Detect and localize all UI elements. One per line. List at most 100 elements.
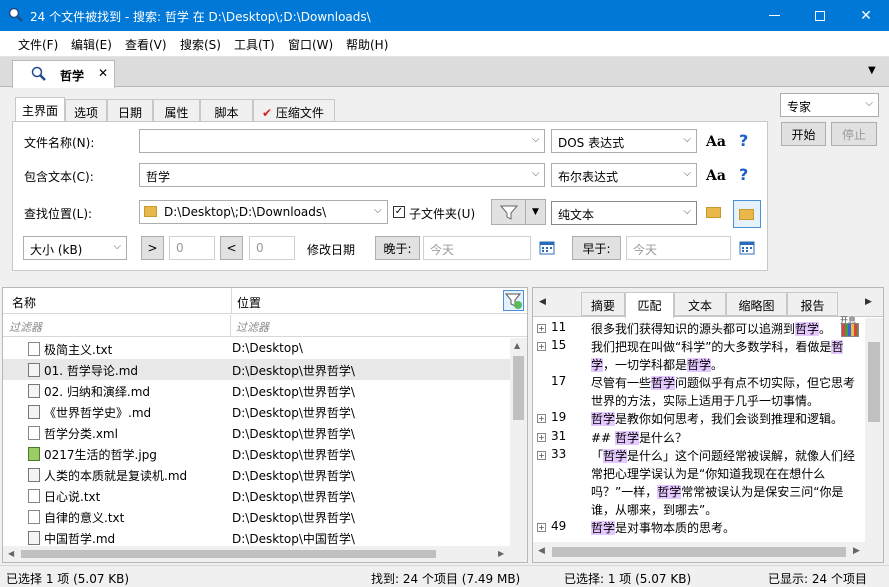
filename-input[interactable] <box>139 129 545 153</box>
size-min-input[interactable]: 0 <box>169 236 215 260</box>
tab-scroll-right-icon[interactable]: ▶ <box>865 297 872 307</box>
tab-scroll-left-icon[interactable]: ◀ <box>539 297 546 307</box>
tab-archives-label: 压缩文件 <box>275 106 324 120</box>
text-file-icon <box>28 426 40 440</box>
advanced-folder-button[interactable] <box>733 200 761 228</box>
expand-icon[interactable]: + <box>537 451 546 460</box>
stop-button[interactable]: 停止 <box>831 122 877 146</box>
results-horizontal-scrollbar[interactable]: ◀ ▶ <box>3 546 527 562</box>
result-row[interactable]: 自律的意义.txt D:\Desktop\世界哲学\ <box>3 506 511 527</box>
column-name[interactable]: 名称 <box>12 294 36 311</box>
scroll-thumb[interactable] <box>868 342 880 422</box>
text-mode-select[interactable]: 纯文本 ⌵ <box>551 201 697 225</box>
tab-matches[interactable]: 匹配 <box>625 292 674 318</box>
menu-view[interactable]: 查看(V) <box>125 36 167 53</box>
result-row[interactable]: 极简主义.txt D:\Desktop\ <box>3 338 511 359</box>
filter-dropdown-button[interactable]: ▼ <box>525 199 546 225</box>
filename-mode-select[interactable]: DOS 表达式 ⌵ <box>551 129 697 153</box>
line-number: 33 <box>551 447 567 461</box>
contains-input[interactable]: 哲学 <box>139 163 545 187</box>
help-icon[interactable]: ? <box>739 131 748 150</box>
tab-script[interactable]: 脚本 <box>200 99 253 121</box>
match-case-icon[interactable]: Aa <box>706 168 726 184</box>
result-row[interactable]: 日心说.txt D:\Desktop\世界哲学\ <box>3 485 511 506</box>
preview-vertical-scrollbar[interactable] <box>865 318 883 542</box>
expand-icon[interactable]: + <box>537 342 546 351</box>
menu-edit[interactable]: 编辑(E) <box>71 36 112 53</box>
scroll-left-icon[interactable]: ◀ <box>8 549 14 558</box>
close-tab-icon[interactable]: ✕ <box>98 66 108 80</box>
greater-than-button[interactable]: > <box>141 236 164 260</box>
expand-icon[interactable]: + <box>537 324 546 333</box>
expand-icon[interactable]: + <box>537 523 546 532</box>
tab-options[interactable]: 选项 <box>65 99 107 121</box>
result-row[interactable]: 中国哲学.md D:\Desktop\中国哲学\ <box>3 527 511 548</box>
menu-file[interactable]: 文件(F) <box>18 36 58 53</box>
result-row[interactable]: 人类的本质就是复读机.md D:\Desktop\世界哲学\ <box>3 464 511 485</box>
preview-horizontal-scrollbar[interactable]: ◀ ▶ <box>533 542 883 562</box>
result-row[interactable]: 哲学分类.xml D:\Desktop\世界哲学\ <box>3 422 511 443</box>
expand-icon[interactable]: + <box>537 433 546 442</box>
result-row[interactable]: 《世界哲学史》.md D:\Desktop\世界哲学\ <box>3 401 511 422</box>
maximize-button[interactable] <box>797 0 843 31</box>
column-location[interactable]: 位置 <box>237 294 261 311</box>
scroll-thumb[interactable] <box>513 356 524 420</box>
help-icon[interactable]: ? <box>739 165 748 184</box>
expand-icon[interactable]: + <box>537 414 546 423</box>
contains-history-chevron-icon[interactable]: ⌵ <box>532 168 540 179</box>
tab-thumbnails[interactable]: 缩略图 <box>726 292 787 316</box>
line-number: 11 <box>551 320 567 334</box>
result-row[interactable]: 01. 哲学导论.md D:\Desktop\世界哲学\ <box>3 359 511 380</box>
menu-window[interactable]: 窗口(W) <box>288 36 333 53</box>
menu-help[interactable]: 帮助(H) <box>346 36 388 53</box>
tab-search-zhexue[interactable]: 哲学 ✕ <box>12 60 115 88</box>
location-input[interactable]: D:\Desktop\;D:\Downloads\ <box>139 200 388 224</box>
contains-mode-select[interactable]: 布尔表达式 ⌵ <box>551 163 697 187</box>
tab-list-chevron-icon[interactable]: ▼ <box>868 65 876 76</box>
scroll-thumb[interactable] <box>21 550 436 558</box>
scroll-right-icon[interactable]: ▶ <box>498 549 504 558</box>
before-button[interactable]: 早于: <box>572 236 621 260</box>
size-unit-select[interactable]: 大小 (kB) ⌵ <box>23 236 127 260</box>
subfolder-checkbox[interactable]: ✓ <box>393 206 405 218</box>
tab-text[interactable]: 文本 <box>674 292 726 316</box>
line-text-part: 很多我们获得知识的源头都可以追溯到 <box>591 322 796 336</box>
chevron-down-icon: ⌵ <box>683 168 691 179</box>
name-filter-input[interactable]: 过滤器 <box>3 315 231 337</box>
tab-attributes[interactable]: 属性 <box>153 99 200 121</box>
filename-history-chevron-icon[interactable]: ⌵ <box>532 134 540 145</box>
less-than-button[interactable]: < <box>220 236 243 260</box>
close-button[interactable]: ✕ <box>843 0 889 31</box>
minimize-button[interactable] <box>751 0 797 31</box>
tab-archives[interactable]: ✔ 压缩文件 <box>253 99 335 121</box>
menu-tools[interactable]: 工具(T) <box>234 36 275 53</box>
size-max-input[interactable]: 0 <box>249 236 295 260</box>
browse-folder-icon[interactable] <box>706 207 721 218</box>
result-row[interactable]: 0217生活的哲学.jpg D:\Desktop\世界哲学\ <box>3 443 511 464</box>
size-unit-value: 大小 (kB) <box>30 243 83 257</box>
location-chevron-icon[interactable]: ⌵ <box>374 205 382 216</box>
filter-row-toggle-button[interactable] <box>503 290 524 311</box>
start-button[interactable]: 开始 <box>781 122 826 146</box>
tab-main[interactable]: 主界面 <box>15 97 65 122</box>
scroll-right-icon[interactable]: ▶ <box>853 546 860 556</box>
scroll-left-icon[interactable]: ◀ <box>538 546 545 556</box>
mode-select[interactable]: 专家 ⌵ <box>780 93 879 117</box>
calendar-icon[interactable] <box>739 239 755 255</box>
match-case-icon[interactable]: Aa <box>706 134 726 150</box>
filter-button[interactable] <box>491 199 526 225</box>
tab-report[interactable]: 报告 <box>787 292 838 316</box>
menu-search[interactable]: 搜索(S) <box>180 36 221 53</box>
results-vertical-scrollbar[interactable]: ▲ <box>510 338 527 548</box>
before-date-input[interactable]: 今天 <box>626 236 731 260</box>
result-row[interactable]: 02. 归纳和演绎.md D:\Desktop\世界哲学\ <box>3 380 511 401</box>
scroll-up-icon[interactable]: ▲ <box>514 341 520 350</box>
tab-date[interactable]: 日期 <box>107 99 153 121</box>
scroll-thumb[interactable] <box>552 547 846 557</box>
chevron-down-icon: ⌵ <box>865 98 873 109</box>
calendar-icon[interactable] <box>539 239 555 255</box>
after-date-input[interactable]: 今天 <box>423 236 531 260</box>
after-button[interactable]: 晚于: <box>375 236 420 260</box>
location-filter-input[interactable]: 过滤器 <box>232 315 527 337</box>
tab-summary[interactable]: 摘要 <box>581 292 625 316</box>
